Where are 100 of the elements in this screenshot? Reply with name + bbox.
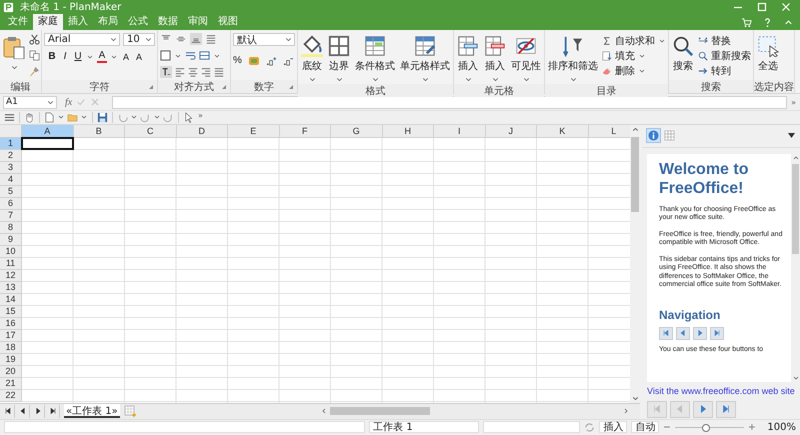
add-decimal-icon[interactable] [266, 56, 277, 67]
column-header[interactable]: E [228, 124, 280, 138]
scroll-right-icon[interactable] [622, 407, 630, 416]
function-button[interactable]: fx [65, 96, 72, 108]
row-header[interactable]: 5 [0, 186, 22, 198]
font-size-dropdown[interactable]: 10 [123, 33, 155, 46]
hand-icon[interactable] [24, 112, 35, 123]
cursor-icon[interactable] [183, 112, 194, 123]
row-header[interactable]: 12 [0, 270, 22, 282]
column-header[interactable]: B [74, 124, 125, 138]
ribbon-button[interactable]: 插入 [483, 33, 507, 84]
more-button[interactable]: » [791, 98, 796, 107]
scrollbar-thumb[interactable] [792, 164, 799, 254]
cell-reference-field[interactable]: A1 [3, 96, 57, 109]
column-header[interactable]: I [434, 124, 486, 138]
scroll-down-icon[interactable] [792, 374, 800, 382]
align-right-icon[interactable] [201, 67, 211, 78]
number-format-dropdown[interactable]: 默认 [233, 33, 295, 46]
font-dropdown[interactable]: Arial [44, 33, 120, 46]
add-sheet-icon[interactable] [124, 405, 136, 418]
row-header[interactable]: 10 [0, 246, 22, 258]
last-button[interactable] [716, 400, 736, 418]
currency-icon[interactable] [248, 55, 260, 68]
row-header[interactable]: 3 [0, 162, 22, 174]
ribbon-button[interactable]: 可见性 [510, 33, 542, 84]
scissors-icon[interactable] [29, 34, 40, 46]
maximize-icon[interactable] [756, 1, 768, 14]
column-header[interactable]: H [382, 124, 434, 138]
launcher-icon[interactable] [287, 83, 295, 92]
copy-icon[interactable] [29, 50, 40, 62]
last-button[interactable] [710, 326, 724, 340]
row-header[interactable]: 22 [0, 390, 22, 402]
row-header[interactable]: 2 [0, 150, 22, 162]
launcher-icon[interactable] [220, 83, 228, 92]
row-header[interactable]: 9 [0, 234, 22, 246]
paste-button[interactable] [2, 35, 26, 60]
folder-icon[interactable] [67, 112, 78, 123]
wrap-text-icon[interactable] [185, 50, 196, 62]
row-header[interactable]: 7 [0, 210, 22, 222]
ribbon-button[interactable]: 插入 [456, 33, 480, 84]
sheet-tab[interactable]: «工作表 1» [64, 404, 120, 418]
border-icon[interactable] [160, 50, 171, 62]
row-header[interactable]: 21 [0, 378, 22, 390]
bold-button[interactable]: B [47, 51, 57, 64]
underline-button[interactable]: U [73, 51, 83, 64]
sidebar-tab[interactable] [663, 129, 676, 142]
italic-button[interactable]: I [60, 51, 70, 64]
sidebar-tab[interactable] [647, 129, 660, 142]
row-header[interactable]: 4 [0, 174, 22, 186]
ribbon-button[interactable]: 搜索 [671, 33, 695, 74]
menu-icon[interactable] [4, 112, 15, 123]
next-button[interactable] [693, 400, 713, 418]
scrollbar-thumb[interactable] [330, 407, 430, 416]
row-header[interactable]: 14 [0, 294, 22, 306]
ribbon-button[interactable]: 替换 [698, 34, 751, 48]
launcher-icon[interactable] [147, 83, 155, 92]
column-header[interactable]: J [486, 124, 537, 138]
row-header[interactable]: 11 [0, 258, 22, 270]
merge-cells-icon[interactable] [199, 50, 210, 62]
ribbon-button[interactable]: 排序和筛选 [547, 33, 599, 84]
ribbon-button[interactable]: 填充 [602, 49, 666, 62]
remove-decimal-icon[interactable] [282, 56, 294, 67]
ribbon-button[interactable]: 自动求和 [602, 34, 666, 48]
ribbon-tab[interactable]: 家庭 [33, 14, 63, 30]
ribbon-button[interactable]: 条件格式 [354, 33, 396, 84]
column-header[interactable]: F [280, 124, 331, 138]
cell-grid[interactable] [22, 138, 630, 403]
website-link[interactable]: Visit the www.freeoffice.com web site [647, 386, 800, 396]
ribbon-button[interactable]: 转到 [698, 64, 751, 78]
next-icon[interactable] [34, 407, 42, 416]
percent-button[interactable]: % [233, 55, 242, 68]
cart-icon[interactable] [741, 17, 752, 28]
ribbon-button[interactable]: 全选 [756, 33, 780, 74]
column-header[interactable]: A [22, 124, 74, 138]
ribbon-button[interactable]: 单元格样式 [399, 33, 451, 84]
brush-icon[interactable] [29, 66, 40, 78]
previous-button[interactable] [676, 326, 690, 340]
row-header[interactable]: 20 [0, 366, 22, 378]
row-header[interactable]: 18 [0, 342, 22, 354]
text-direction-button[interactable] [160, 66, 172, 78]
dropdown-icon[interactable] [788, 133, 795, 138]
zoom-in-icon[interactable] [748, 423, 756, 432]
align-bottom-button[interactable] [190, 33, 202, 46]
row-header[interactable]: 19 [0, 354, 22, 366]
justify-icon[interactable] [214, 67, 224, 78]
first-icon[interactable] [4, 407, 12, 416]
scroll-left-icon[interactable] [320, 407, 328, 416]
row-header[interactable]: 17 [0, 330, 22, 342]
next-button[interactable] [693, 326, 707, 340]
save-icon[interactable] [97, 112, 108, 123]
row-header[interactable]: 8 [0, 222, 22, 234]
close-icon[interactable] [780, 1, 792, 14]
row-header[interactable]: 13 [0, 282, 22, 294]
slider-thumb[interactable] [702, 424, 710, 432]
column-header[interactable]: G [331, 124, 382, 138]
formula-input[interactable] [112, 96, 788, 109]
previous-icon[interactable] [18, 407, 26, 416]
shrink-font-button[interactable]: A [134, 51, 144, 64]
font-color-button[interactable]: A [97, 51, 107, 64]
align-center-icon[interactable] [188, 67, 198, 78]
